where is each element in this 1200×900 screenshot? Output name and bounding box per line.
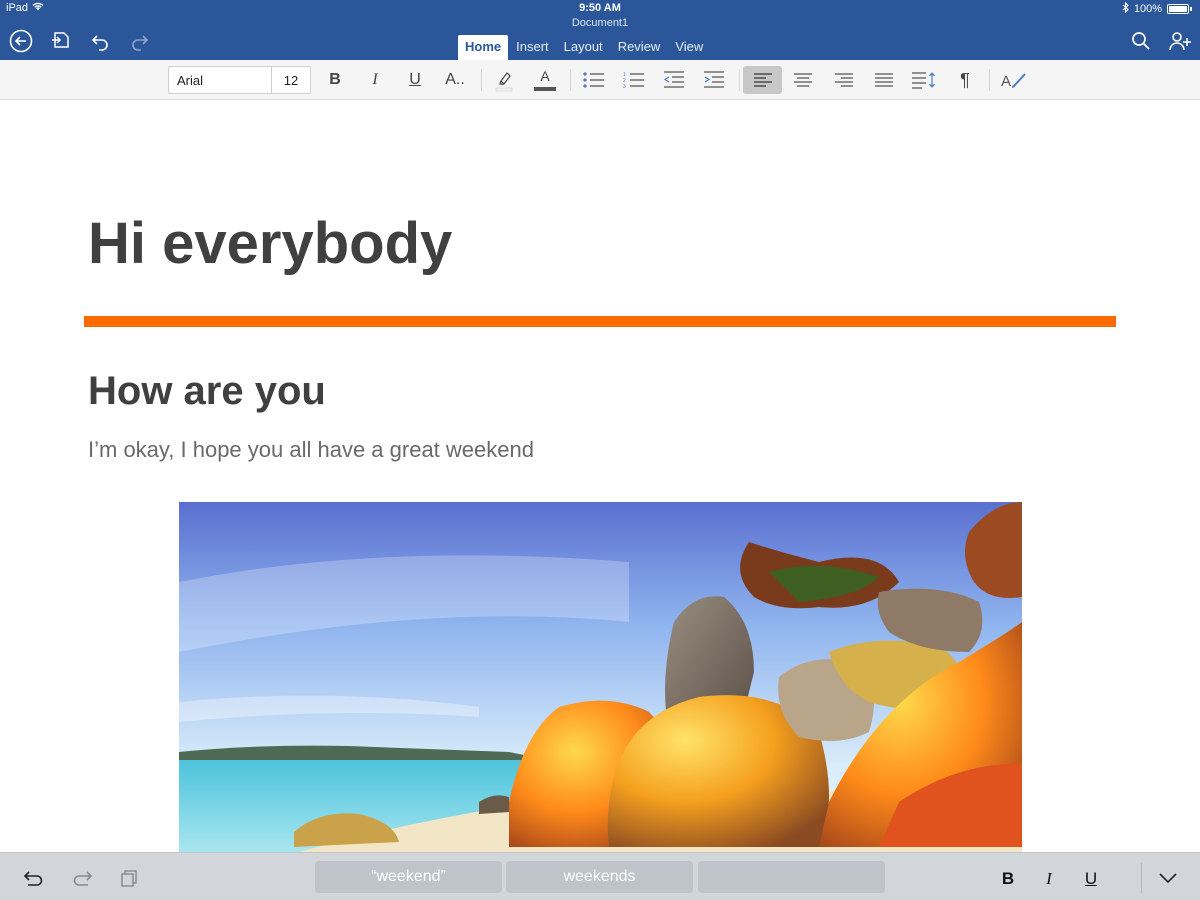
font-color-icon: A [532, 67, 558, 93]
line-spacing-button[interactable] [906, 66, 942, 94]
kb-undo-button[interactable] [22, 867, 46, 889]
title-bar: iPad 9:50 AM Document1 100% Home Insert … [0, 0, 1200, 60]
battery-tip [1190, 7, 1192, 11]
tab-layout[interactable]: Layout [557, 35, 610, 60]
font-color-button[interactable]: A [527, 66, 563, 94]
kb-bold-button[interactable]: B [998, 869, 1018, 889]
show-marks-button[interactable]: ¶ [947, 66, 983, 94]
increase-indent-icon [704, 71, 724, 88]
battery-icon [1167, 4, 1189, 14]
chevron-down-icon [1159, 873, 1177, 884]
undo-icon [23, 871, 43, 886]
kb-italic-button[interactable]: I [1039, 869, 1059, 889]
suggestion-3[interactable] [698, 861, 885, 893]
tab-insert[interactable]: Insert [509, 35, 556, 60]
share-button[interactable] [1167, 28, 1193, 54]
align-center-icon [794, 73, 812, 87]
bold-button[interactable]: B [317, 66, 353, 94]
increase-indent-button[interactable] [696, 66, 732, 94]
kb-underline-button[interactable]: U [1081, 869, 1101, 889]
bullets-button[interactable] [576, 66, 612, 94]
svg-text:A: A [1001, 73, 1011, 90]
ribbon-divider [570, 69, 571, 91]
ribbon-tabs: Home Insert Layout Review View [458, 35, 711, 60]
font-color-swatch [534, 87, 556, 91]
undo-button[interactable] [87, 28, 113, 54]
bullet-list-icon [583, 72, 604, 88]
title-underline-rule [84, 316, 1116, 327]
beach-rocks-image[interactable] [179, 502, 1022, 852]
suggestion-2[interactable]: weekends [506, 861, 693, 893]
styles-button[interactable]: A [996, 66, 1032, 94]
hide-keyboard-button[interactable] [1156, 867, 1180, 889]
status-time: 9:50 AM [579, 2, 621, 14]
numbered-list-icon: 123 [623, 72, 644, 89]
align-right-button[interactable] [826, 66, 862, 94]
font-name-field[interactable]: Arial [169, 67, 272, 93]
styles-brush-icon: A [1001, 73, 1026, 90]
add-person-icon [1169, 32, 1191, 51]
highlight-button[interactable] [486, 66, 522, 94]
back-button[interactable] [8, 28, 34, 54]
tab-view[interactable]: View [668, 35, 710, 60]
font-options-button[interactable]: A.. [437, 66, 473, 94]
italic-button[interactable]: I [357, 66, 393, 94]
ribbon-divider [739, 69, 740, 91]
svg-text:3: 3 [623, 84, 626, 89]
file-button[interactable] [47, 28, 73, 54]
underline-button[interactable]: U [397, 66, 433, 94]
kb-redo-button[interactable] [70, 867, 94, 889]
battery-percent: 100% [1133, 3, 1162, 15]
bluetooth-icon [1122, 1, 1129, 16]
kb-paste-button[interactable] [117, 867, 141, 889]
font-color-letter: A [540, 68, 550, 84]
redo-button[interactable] [127, 28, 153, 54]
font-picker: Arial 12 [168, 66, 311, 94]
document-heading[interactable]: How are you [88, 369, 326, 414]
back-arrow-icon [9, 29, 33, 53]
align-center-button[interactable] [785, 66, 821, 94]
highlighter-icon [495, 72, 513, 92]
document-title-text[interactable]: Hi everybody [88, 210, 452, 277]
document-body-text[interactable]: I’m okay, I hope you all have a great we… [88, 437, 534, 463]
tab-review[interactable]: Review [611, 35, 668, 60]
search-button[interactable] [1128, 28, 1154, 54]
status-right: 100% [1122, 1, 1192, 16]
suggestion-1[interactable]: “weekend” [315, 861, 502, 893]
font-size-field[interactable]: 12 [272, 67, 310, 93]
ribbon-divider [989, 69, 990, 91]
redo-icon [73, 871, 93, 886]
document-title: Document1 [571, 17, 629, 29]
undo-icon [91, 35, 108, 51]
tab-home[interactable]: Home [458, 35, 509, 60]
copy-icon [121, 870, 137, 887]
beach-photo-graphic [179, 502, 1022, 852]
align-left-button[interactable] [743, 66, 782, 94]
align-right-icon [835, 73, 853, 87]
search-icon [1132, 32, 1150, 50]
numbering-button[interactable]: 123 [616, 66, 652, 94]
keyboard-shortcut-bar: “weekend” weekends B I U [0, 852, 1200, 900]
line-spacing-icon [912, 72, 935, 89]
decrease-indent-button[interactable] [656, 66, 692, 94]
home-ribbon: Arial 12 B I U A.. A 123 ¶ A [0, 60, 1200, 100]
justify-icon [875, 73, 893, 87]
file-menu-icon [52, 32, 69, 48]
justify-button[interactable] [866, 66, 902, 94]
decrease-indent-icon [663, 71, 684, 88]
kb-divider [1141, 863, 1142, 893]
align-left-icon [753, 73, 772, 87]
redo-icon [132, 35, 149, 51]
ribbon-divider [481, 69, 482, 91]
